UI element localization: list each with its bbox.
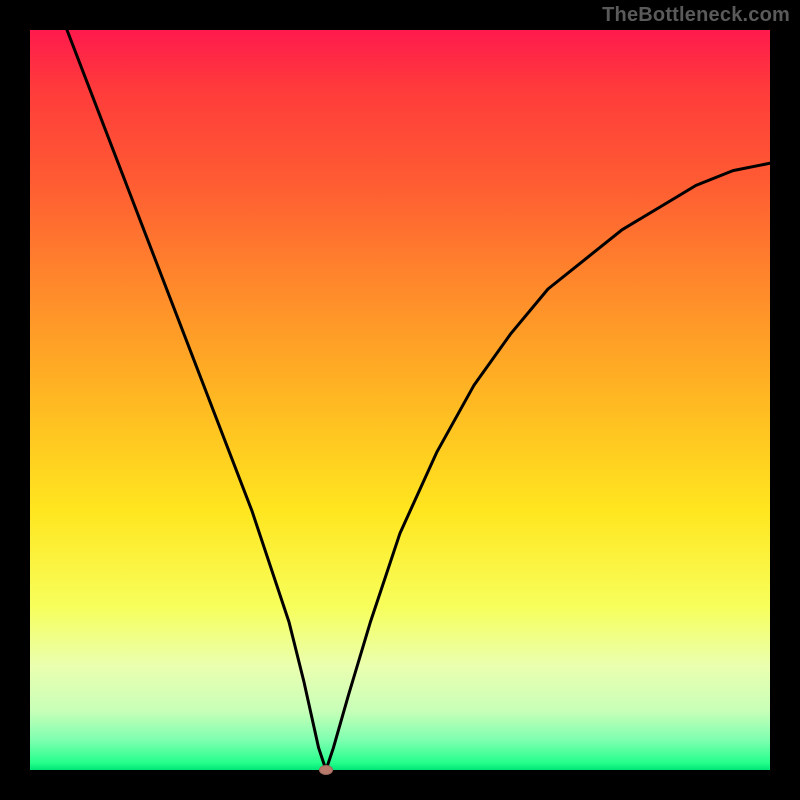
chart-frame: TheBottleneck.com <box>0 0 800 800</box>
plot-area <box>30 30 770 770</box>
optimum-marker <box>319 765 333 775</box>
watermark-text: TheBottleneck.com <box>602 4 790 27</box>
bottleneck-curve <box>30 30 770 770</box>
